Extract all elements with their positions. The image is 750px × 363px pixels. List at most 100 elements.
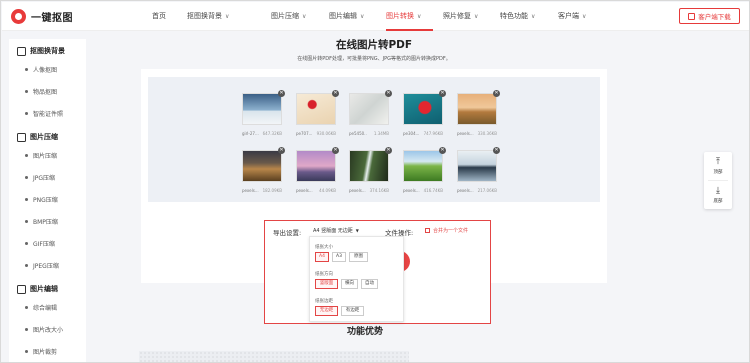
- thumbnail-grid[interactable]: ✕ girl-27... 647.32KB ✕ pe707... 930.06KB …: [148, 77, 600, 202]
- decorative-pattern: [139, 351, 409, 362]
- paper-size-label: 纸张大小: [315, 245, 333, 250]
- sidebar-item-jpg-compress[interactable]: JPG压缩: [9, 166, 86, 188]
- orientation-auto[interactable]: 自动: [361, 279, 378, 289]
- arrow-up-bar-icon: ⤒: [716, 156, 720, 167]
- sidebar-item-png-compress[interactable]: PNG压缩: [9, 188, 86, 210]
- sidebar-group-edit[interactable]: 图片编辑: [9, 282, 86, 296]
- scroll-top-button[interactable]: ⤒ 顶部: [704, 152, 732, 180]
- thumbnail-image: [457, 150, 497, 182]
- thumbnail-image: [457, 93, 497, 125]
- sidebar-item-id-photo[interactable]: 智能证件照: [9, 102, 86, 124]
- thumbnail-image: [296, 93, 336, 125]
- margin-with[interactable]: 有边距: [341, 306, 364, 316]
- remove-icon[interactable]: ✕: [439, 147, 446, 154]
- thumbnail-image: [349, 93, 389, 125]
- sidebar-item-jpeg-compress[interactable]: JPEG压缩: [9, 254, 86, 276]
- thumbnail-card[interactable]: ✕ pe5450... 1.34MB: [349, 90, 392, 136]
- download-icon: [688, 12, 696, 20]
- thumbnail-card[interactable]: ✕ pexels... 182.09KB: [242, 147, 285, 193]
- chevron-down-icon: ∨: [582, 13, 587, 20]
- sidebar: 抠图换背景 人像抠图 物品抠图 智能证件照 图片压缩 图片压缩 JPG压缩 PN…: [9, 39, 86, 362]
- arrow-down-bar-icon: ⤓: [716, 185, 720, 196]
- remove-icon[interactable]: ✕: [278, 147, 285, 154]
- thumbnail-card[interactable]: ✕ pe707... 930.06KB: [296, 90, 339, 136]
- thumbnail-card[interactable]: ✕ pexels... 330.36KB: [457, 90, 500, 136]
- chevron-down-icon: ∨: [474, 13, 479, 20]
- edit-icon: [17, 284, 26, 294]
- paper-margin-label: 纸张边距: [315, 299, 333, 304]
- remove-icon[interactable]: ✕: [439, 90, 446, 97]
- chevron-down-icon: ∨: [302, 13, 307, 20]
- remove-icon[interactable]: ✕: [332, 147, 339, 154]
- sidebar-group-compress[interactable]: 图片压缩: [9, 130, 86, 144]
- paper-size-a4[interactable]: A4: [315, 252, 329, 262]
- thumbnail-card[interactable]: ✕ pexels... 416.74KB: [403, 147, 446, 193]
- thumbnail-card[interactable]: ✕ girl-27... 647.32KB: [242, 90, 285, 136]
- scroll-float-bar: ⤒ 顶部 ⤓ 底部: [704, 152, 732, 209]
- thumbnail-image: [296, 150, 336, 182]
- export-options-panel: 导出设置: A4 竖版面 无边距 ▼ 文件操作: 合并为一个文件 纸张大小 A4 …: [264, 220, 491, 324]
- nav-compress[interactable]: 图片压缩 ∨: [271, 2, 329, 31]
- top-header: 一键抠图 首页 抠图换背景 ∨ 图片压缩 ∨ 图片编辑 ∨ 图片转换 ∨ 照片修复 ∨ 特…: [2, 2, 749, 31]
- sidebar-item-portrait-cutout[interactable]: 人像抠图: [9, 58, 86, 80]
- paper-size-a3[interactable]: A3: [332, 252, 346, 262]
- nav-client[interactable]: 客户端 ∨: [558, 2, 608, 31]
- thumbnail-image: [242, 150, 282, 182]
- main-nav: 首页 抠图换背景 ∨ 图片压缩 ∨ 图片编辑 ∨ 图片转换 ∨ 照片修复 ∨ 特色功能 ∨ …: [152, 2, 608, 31]
- nav-edit[interactable]: 图片编辑 ∨: [329, 2, 386, 31]
- app-window: 一键抠图 首页 抠图换背景 ∨ 图片压缩 ∨ 图片编辑 ∨ 图片转换 ∨ 照片修复 ∨ 特…: [0, 0, 750, 363]
- paper-orientation-label: 纸张方向: [315, 272, 333, 277]
- scroll-bottom-button[interactable]: ⤓ 底部: [704, 181, 732, 209]
- export-settings-select[interactable]: A4 竖版面 无边距 ▼: [310, 225, 362, 236]
- merge-file-checkbox[interactable]: 合并为一个文件: [425, 227, 468, 234]
- caret-down-icon: ▼: [355, 228, 359, 233]
- chevron-down-icon: ∨: [360, 13, 365, 20]
- nav-convert[interactable]: 图片转换 ∨: [386, 2, 443, 31]
- thumbnail-image: [349, 150, 389, 182]
- sidebar-item-crop[interactable]: 图片裁剪: [9, 340, 86, 362]
- nav-special[interactable]: 特色功能 ∨: [500, 2, 558, 31]
- sidebar-item-object-cutout[interactable]: 物品抠图: [9, 80, 86, 102]
- nav-repair[interactable]: 照片修复 ∨: [443, 2, 500, 31]
- chevron-down-icon: ∨: [417, 13, 422, 20]
- margin-none[interactable]: 无边距: [315, 306, 338, 316]
- remove-icon[interactable]: ✕: [332, 90, 339, 97]
- sidebar-item-resize[interactable]: 图片改大小: [9, 318, 86, 340]
- page-subtitle: 在线图片转PDF处理，可批量将PNG、JPG等格式的图片转换成PDF。: [297, 56, 451, 62]
- sidebar-item-gif-compress[interactable]: GIF压缩: [9, 232, 86, 254]
- remove-icon[interactable]: ✕: [385, 147, 392, 154]
- sidebar-item-comprehensive-edit[interactable]: 综合编辑: [9, 296, 86, 318]
- sidebar-group-cutout[interactable]: 抠图换背景: [9, 44, 86, 58]
- remove-icon[interactable]: ✕: [493, 90, 500, 97]
- logo-text: 一键抠图: [31, 13, 73, 24]
- page-title: 在线图片转PDF: [335, 39, 413, 51]
- orientation-landscape[interactable]: 横向: [341, 279, 358, 289]
- thumbnail-card[interactable]: ✕ pexels... 44.09KB: [296, 147, 339, 193]
- compress-icon: [17, 132, 26, 142]
- remove-icon[interactable]: ✕: [493, 147, 500, 154]
- cutout-icon: [17, 46, 26, 56]
- logo[interactable]: 一键抠图: [11, 8, 73, 25]
- logo-icon: [11, 9, 26, 24]
- thumbnail-card[interactable]: ✕ pe304... 747.96KB: [403, 90, 446, 136]
- thumbnail-card[interactable]: ✕ pexels... 217.06KB: [457, 147, 500, 193]
- checkbox-icon: [425, 228, 430, 233]
- client-download-button[interactable]: 客户端下载: [679, 8, 740, 24]
- feature-advantages-heading: 功能优势: [347, 327, 384, 337]
- chevron-down-icon: ∨: [531, 13, 536, 20]
- thumbnail-card[interactable]: ✕ pexels... 374.16KB: [349, 147, 392, 193]
- nav-home[interactable]: 首页: [152, 2, 187, 31]
- thumbnail-image: [242, 93, 282, 125]
- chevron-down-icon: ∨: [225, 13, 230, 20]
- thumbnail-image: [403, 93, 443, 125]
- nav-cutout[interactable]: 抠图换背景 ∨: [187, 2, 271, 31]
- thumbnail-image: [403, 150, 443, 182]
- export-settings-label: 导出设置:: [273, 229, 302, 237]
- sidebar-item-image-compress[interactable]: 图片压缩: [9, 144, 86, 166]
- orientation-portrait[interactable]: 竖版面: [315, 279, 338, 289]
- export-settings-dropdown: 纸张大小 A4 A3 原图 纸张方向 竖版面 横向 自动 纸张边距 无边距 有边…: [309, 236, 404, 322]
- remove-icon[interactable]: ✕: [278, 90, 285, 97]
- paper-size-original[interactable]: 原图: [349, 252, 368, 262]
- remove-icon[interactable]: ✕: [385, 90, 392, 97]
- sidebar-item-bmp-compress[interactable]: BMP压缩: [9, 210, 86, 232]
